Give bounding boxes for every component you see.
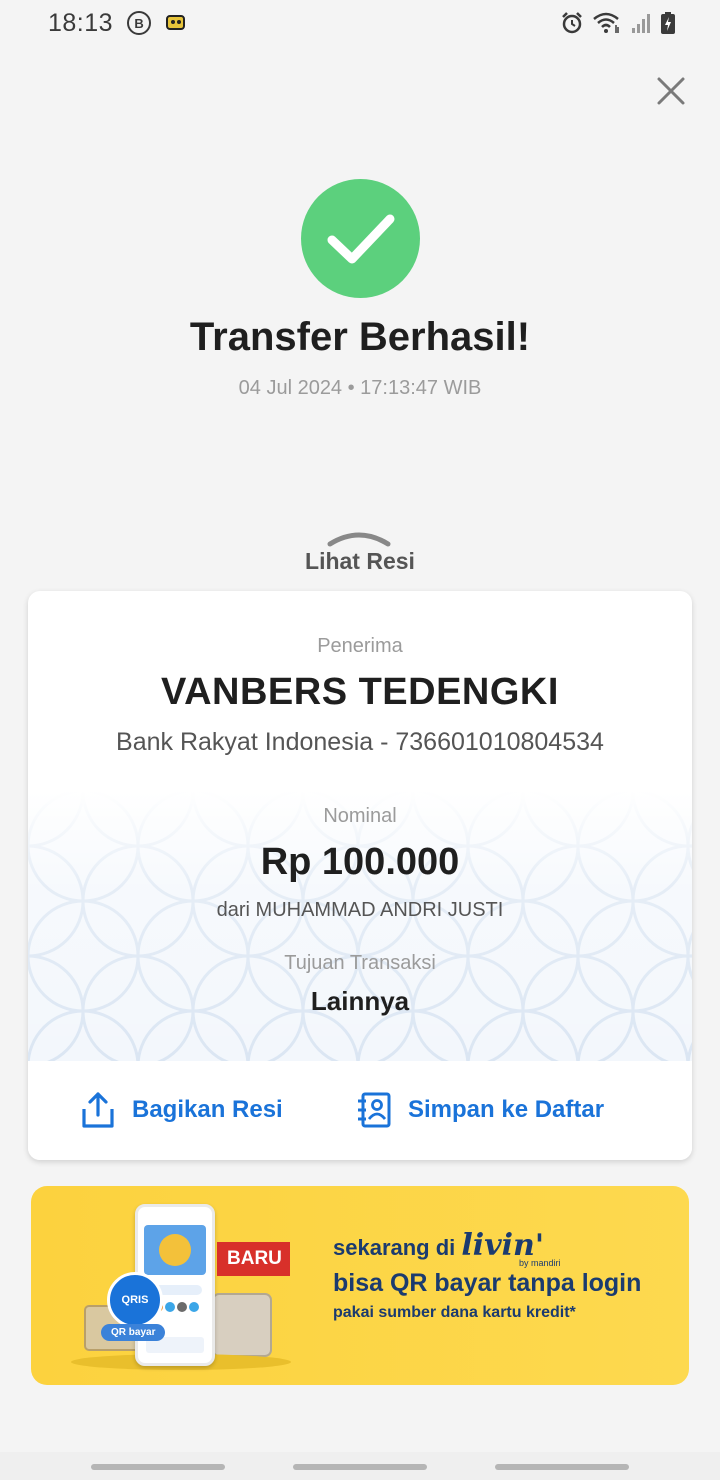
- banner-line1: sekarang di livin' by mandiri: [333, 1228, 641, 1268]
- share-receipt-button[interactable]: Bagikan Resi: [80, 1091, 283, 1129]
- receipt-card: Penerima VANBERS TEDENGKI Bank Rakyat In…: [28, 591, 692, 1160]
- qr-bayar-label: QR bayar: [101, 1324, 166, 1341]
- view-receipt-toggle[interactable]: Lihat Resi: [0, 548, 720, 575]
- page-title: Transfer Berhasil!: [189, 315, 531, 359]
- receipt-actions: Bagikan Resi Simpan ke Daftar: [28, 1061, 692, 1160]
- banner-line2: bisa QR bayar tanpa login: [333, 1269, 642, 1297]
- recipient-label: Penerima: [317, 635, 403, 657]
- qris-logo: QRIS: [107, 1272, 163, 1328]
- nav-home-button[interactable]: [293, 1464, 427, 1470]
- app-notification-icon: [166, 15, 186, 30]
- sender-name: dari MUHAMMAD ANDRI JUSTI: [216, 899, 504, 921]
- amount-label: Nominal: [323, 805, 397, 827]
- banner-line1-prefix: sekarang di: [333, 1235, 456, 1260]
- share-icon: [82, 1092, 114, 1128]
- card-background-pattern: [28, 791, 692, 1061]
- b-notification-icon: B: [127, 11, 152, 35]
- success-check-icon: [301, 179, 420, 298]
- recipient-bank-account: Bank Rakyat Indonesia - 736601010804534: [116, 728, 604, 756]
- banner-text: sekarang di livin' by mandiri bisa QR ba…: [333, 1228, 641, 1322]
- nav-back-button[interactable]: [495, 1464, 629, 1470]
- status-time: 18:13: [48, 8, 114, 37]
- purpose-label: Tujuan Transaksi: [284, 952, 436, 974]
- new-badge: BARU: [217, 1242, 290, 1276]
- close-button[interactable]: [652, 72, 690, 110]
- chevron-up-icon[interactable]: [326, 528, 392, 548]
- amount-value: Rp 100.000: [260, 841, 460, 883]
- by-mandiri-text: by mandiri: [519, 1258, 561, 1268]
- contact-book-icon: [358, 1092, 391, 1128]
- signal-icon: [632, 14, 650, 33]
- save-to-list-button[interactable]: Simpan ke Daftar: [356, 1091, 604, 1129]
- system-nav-bar: [0, 1452, 720, 1480]
- share-receipt-label: Bagikan Resi: [132, 1096, 283, 1123]
- battery-charging-icon: [661, 12, 675, 34]
- nav-recents-button[interactable]: [91, 1464, 225, 1470]
- close-icon: [657, 77, 685, 105]
- transaction-datetime: 04 Jul 2024 • 17:13:47 WIB: [238, 377, 482, 399]
- status-bar: 18:13 B: [0, 0, 720, 46]
- promo-banner[interactable]: BARU QRIS QR bayar sekarang di livin' by…: [31, 1186, 689, 1385]
- save-to-list-label: Simpan ke Daftar: [408, 1096, 605, 1123]
- wifi-icon: [593, 12, 619, 33]
- banner-line3: pakai sumber dana kartu kredit*: [333, 1304, 576, 1321]
- recipient-name: VANBERS TEDENGKI: [161, 671, 559, 713]
- purpose-value: Lainnya: [310, 986, 410, 1016]
- alarm-icon: [562, 12, 582, 34]
